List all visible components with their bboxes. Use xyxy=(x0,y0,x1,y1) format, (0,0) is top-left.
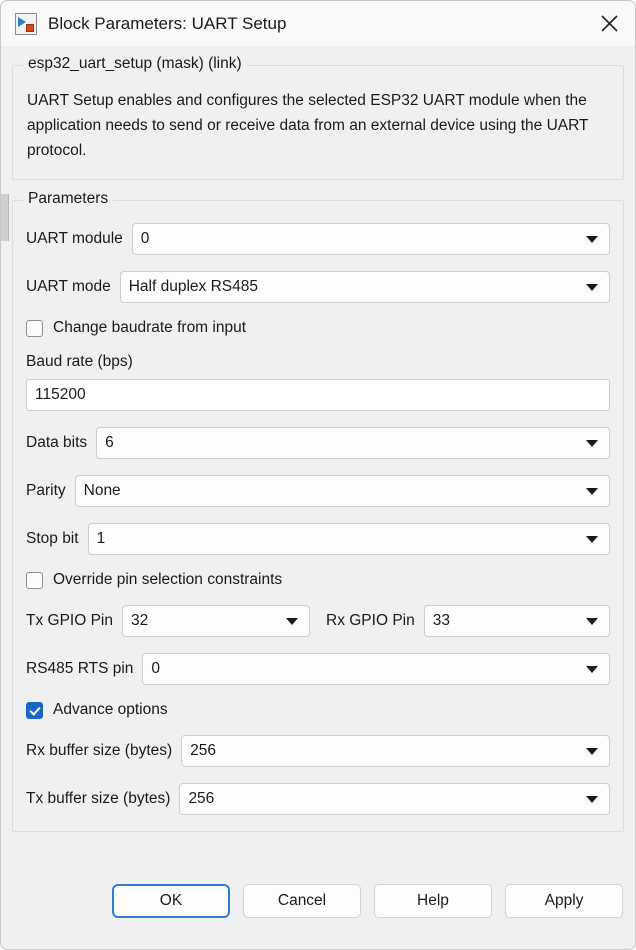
row-rx-buffer-size: Rx buffer size (bytes) 256 xyxy=(26,735,610,767)
simulink-block-icon xyxy=(15,12,37,35)
chevron-down-icon xyxy=(586,618,598,625)
label-data-bits: Data bits xyxy=(26,434,88,451)
value-stop-bit: 1 xyxy=(96,530,106,547)
value-tx-buffer-size: 256 xyxy=(188,790,215,807)
select-rx-buffer-size[interactable]: 256 xyxy=(181,735,610,767)
select-stop-bit[interactable]: 1 xyxy=(87,523,610,555)
row-stop-bit: Stop bit 1 xyxy=(26,523,610,555)
chevron-down-icon xyxy=(286,618,298,625)
value-rx-buffer-size: 256 xyxy=(190,742,217,759)
value-data-bits: 6 xyxy=(105,434,114,451)
chevron-down-icon xyxy=(586,666,598,673)
label-parity: Parity xyxy=(26,482,66,499)
parameters-legend: Parameters xyxy=(23,190,114,208)
chevron-down-icon xyxy=(586,748,598,755)
checkbox-change-baudrate[interactable]: Change baudrate from input xyxy=(26,319,610,337)
select-data-bits[interactable]: 6 xyxy=(96,427,610,459)
label-baud-rate: Baud rate (bps) xyxy=(26,353,133,370)
select-uart-mode[interactable]: Half duplex RS485 xyxy=(119,271,610,303)
select-tx-gpio-pin[interactable]: 32 xyxy=(122,605,310,637)
select-rs485-rts-pin[interactable]: 0 xyxy=(142,653,610,685)
group-tx-gpio-pin: Tx GPIO Pin 32 xyxy=(26,605,326,637)
apply-button[interactable]: Apply xyxy=(505,884,623,918)
description-text: UART Setup enables and configures the se… xyxy=(27,92,589,159)
row-gpio-pins: Tx GPIO Pin 32 Rx GPIO Pin 33 xyxy=(26,605,610,637)
block-parameters-dialog: Block Parameters: UART Setup esp32_uart_… xyxy=(0,0,636,950)
value-baud-rate: 115200 xyxy=(35,386,86,403)
chevron-down-icon xyxy=(586,796,598,803)
square-shape xyxy=(26,23,34,32)
description-group: esp32_uart_setup (mask) (link) UART Setu… xyxy=(12,55,624,180)
scrollbar-grip[interactable] xyxy=(1,194,9,241)
checkbox-checked-icon xyxy=(26,701,43,719)
chevron-down-icon xyxy=(586,236,598,243)
label-tx-buffer-size: Tx buffer size (bytes) xyxy=(26,790,171,807)
parameters-group: Parameters UART module 0 UART mode Half … xyxy=(12,190,624,832)
label-advance-options: Advance options xyxy=(53,701,168,718)
label-override-pins: Override pin selection constraints xyxy=(53,571,283,588)
checkbox-override-pins[interactable]: Override pin selection constraints xyxy=(26,571,610,589)
row-parity: Parity None xyxy=(26,475,610,507)
dialog-footer: OK Cancel Help Apply xyxy=(1,861,635,949)
row-tx-buffer-size: Tx buffer size (bytes) 256 xyxy=(26,783,610,815)
input-baud-rate[interactable]: 115200 xyxy=(26,379,610,411)
row-data-bits: Data bits 6 xyxy=(26,427,610,459)
chevron-down-icon xyxy=(586,284,598,291)
select-parity[interactable]: None xyxy=(74,475,610,507)
checkbox-unchecked-icon xyxy=(26,319,43,337)
select-rx-gpio-pin[interactable]: 33 xyxy=(423,605,610,637)
chevron-down-icon xyxy=(586,488,598,495)
select-tx-buffer-size[interactable]: 256 xyxy=(179,783,610,815)
label-tx-gpio-pin: Tx GPIO Pin xyxy=(26,612,113,629)
label-rs485-rts-pin: RS485 RTS pin xyxy=(26,660,134,677)
label-change-baudrate: Change baudrate from input xyxy=(53,319,247,336)
chevron-down-icon xyxy=(586,536,598,543)
row-uart-mode: UART mode Half duplex RS485 xyxy=(26,271,610,303)
ok-button[interactable]: OK xyxy=(112,884,230,918)
row-baud-rate: Baud rate (bps) 115200 xyxy=(26,353,610,411)
dialog-content: esp32_uart_setup (mask) (link) UART Setu… xyxy=(1,46,635,861)
value-uart-module: 0 xyxy=(140,230,150,247)
checkbox-advance-options[interactable]: Advance options xyxy=(26,701,610,719)
label-uart-module: UART module xyxy=(26,230,123,247)
title-bar: Block Parameters: UART Setup xyxy=(1,1,635,46)
checkbox-unchecked-icon xyxy=(26,571,43,589)
label-stop-bit: Stop bit xyxy=(26,530,79,547)
group-rx-gpio-pin: Rx GPIO Pin 33 xyxy=(326,605,610,637)
description-legend: esp32_uart_setup (mask) (link) xyxy=(23,55,247,73)
window-title: Block Parameters: UART Setup xyxy=(48,13,287,33)
triangle-shape xyxy=(18,16,26,27)
chevron-down-icon xyxy=(586,440,598,447)
close-icon[interactable] xyxy=(583,1,635,46)
value-tx-gpio-pin: 32 xyxy=(131,612,149,629)
label-rx-gpio-pin: Rx GPIO Pin xyxy=(326,612,415,629)
value-uart-mode: Half duplex RS485 xyxy=(128,278,258,295)
cancel-button[interactable]: Cancel xyxy=(243,884,361,918)
select-uart-module[interactable]: 0 xyxy=(131,223,610,255)
label-rx-buffer-size: Rx buffer size (bytes) xyxy=(26,742,173,759)
label-uart-mode: UART mode xyxy=(26,278,111,295)
value-rx-gpio-pin: 33 xyxy=(432,612,450,629)
row-rs485-rts-pin: RS485 RTS pin 0 xyxy=(26,653,610,685)
value-parity: None xyxy=(83,482,121,499)
value-rs485-rts-pin: 0 xyxy=(151,660,161,677)
row-uart-module: UART module 0 xyxy=(26,223,610,255)
help-button[interactable]: Help xyxy=(374,884,492,918)
